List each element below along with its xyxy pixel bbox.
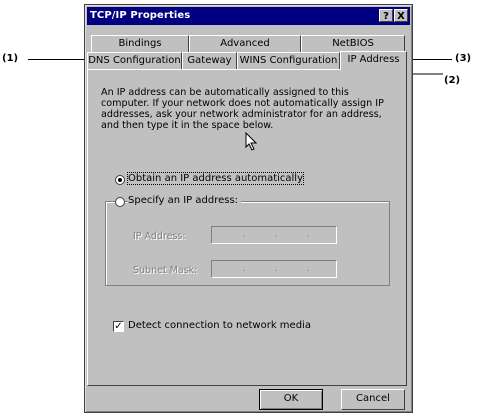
close-button[interactable]: X (394, 9, 408, 22)
mouse-pointer-icon (245, 132, 258, 151)
ip-dot: . (306, 229, 310, 240)
ip-address-label: IP Address: (133, 231, 186, 242)
ok-button[interactable]: OK (259, 389, 323, 410)
ip-dot: . (274, 229, 278, 240)
tab-advanced[interactable]: Advanced (189, 35, 301, 52)
ip-dot: . (242, 229, 246, 240)
cancel-button[interactable]: Cancel (341, 389, 405, 410)
ip-address-field[interactable]: . . . (211, 226, 337, 244)
tab-gateway[interactable]: Gateway (182, 52, 237, 69)
callout-2: (2) (444, 75, 461, 86)
tab-netbios[interactable]: NetBIOS (301, 35, 405, 52)
tab-ip-address[interactable]: IP Address (340, 51, 407, 70)
obtain-ip-radio[interactable] (115, 175, 125, 185)
callout-1-line (28, 59, 86, 60)
tcpip-properties-dialog: TCP/IP Properties ? X Bindings Advanced … (84, 4, 413, 413)
callout-1: (1) (2, 53, 19, 64)
callout-3: (3) (455, 53, 472, 64)
tab-wins-configuration[interactable]: WINS Configuration (237, 52, 340, 69)
detect-media-label[interactable]: Detect connection to network media (128, 320, 311, 331)
specify-ip-radio[interactable] (115, 197, 125, 207)
help-button[interactable]: ? (379, 9, 393, 22)
tab-bindings[interactable]: Bindings (91, 35, 189, 52)
tab-dns-configuration[interactable]: DNS Configuration (87, 52, 182, 69)
subnet-mask-label: Subnet Mask: (133, 265, 198, 276)
ip-dot: . (306, 263, 310, 274)
obtain-ip-label[interactable]: Obtain an IP address automatically (126, 172, 305, 185)
ip-dot: . (274, 263, 278, 274)
specify-ip-label[interactable]: Specify an IP address: (128, 195, 242, 206)
detect-media-checkbox[interactable]: ✓ (113, 321, 124, 332)
window-title: TCP/IP Properties (90, 10, 191, 21)
ip-dot: . (242, 263, 246, 274)
subnet-mask-field[interactable]: . . . (211, 260, 337, 278)
title-bar: TCP/IP Properties ? X (87, 7, 410, 25)
info-text: An IP address can be automatically assig… (101, 87, 384, 131)
